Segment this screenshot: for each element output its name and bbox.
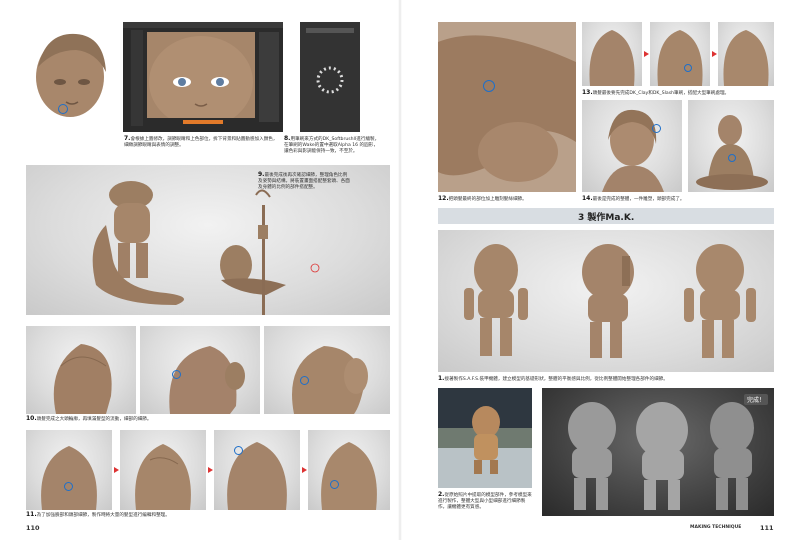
brush-panel-screenshot — [300, 22, 360, 132]
step-arrow — [114, 467, 119, 473]
caption-step-1: 1.接著製作S.A.F.S.裝甲機體，建立模型的基礎形狀，整體的平衡感與比例，從… — [438, 375, 668, 383]
running-head: MAKING TECHNIQUE — [690, 525, 742, 530]
caption-step-10: 10.頭髮完成之大頭輪廓，再填滿髮型的流動，細部的細節。 — [26, 415, 152, 423]
hair-step-3 — [214, 430, 300, 510]
section-number: 3 — [578, 213, 585, 223]
highlight-circle — [64, 482, 73, 491]
hair-back-view-2 — [140, 326, 260, 414]
caption-step-13: 13.頭髮最後要先完成DK_Clay和DK_Slash筆刷，搭配大型筆刷處理。 — [582, 89, 730, 97]
section-title: 3 製作Ma.K. — [578, 210, 634, 223]
left-page-number: 110 — [26, 524, 40, 532]
hair-progress-3 — [718, 22, 774, 86]
highlight-circle — [483, 80, 495, 92]
caption-step-8: 8.用筆刷來方式的DK_SoftbrushII進行繪製，在筆刷的Wake的置中選… — [284, 135, 380, 155]
right-page-number: 111 — [760, 524, 774, 532]
hair-progress-1 — [582, 22, 642, 86]
complete-badge: 完成！ — [743, 394, 768, 405]
section-name: 製作Ma.K. — [587, 213, 635, 223]
highlight-circle — [684, 64, 692, 72]
highlight-circle — [652, 124, 661, 133]
caption-step-2: 2.從原始照片中提取的模型部件，參考模型來進行製作，整體大型與小型細部進行細節製… — [438, 491, 532, 511]
girl-seated-image — [688, 100, 774, 192]
caption-step-14: 14.最後是完成的整體，一件雕塑，頭部完成了。 — [582, 195, 685, 203]
hair-step-2 — [120, 430, 206, 510]
hair-back-view-1 — [26, 326, 136, 414]
magazine-spread: 7.會根據上圖修改，調節眼睛和上色部位，拆下背景和貼圖動感加入顏色，細緻調節眼睛… — [0, 0, 799, 540]
caption-step-9: 9.最後完成後再次確認細節，整理角色比例及姿勢與結構，將裝置畫面搭配整套頭、各面… — [258, 171, 350, 191]
step-arrow — [712, 51, 717, 57]
hair-side-view — [264, 326, 390, 414]
caption-step-11: 11.為了加強臉部和頭部細節，製作時將大量的髮型進行編輯和整理。 — [26, 511, 170, 519]
mech-model-strip — [438, 230, 774, 372]
highlight-circle — [172, 370, 181, 379]
highlight-circle — [330, 480, 339, 489]
hair-step-1 — [26, 430, 112, 510]
step-arrow — [208, 467, 213, 473]
caption-step-7: 7.會根據上圖修改，調節眼睛和上色部位，拆下背景和貼圖動感加入顏色，細緻調節眼睛… — [124, 135, 278, 149]
reference-photo — [438, 388, 532, 488]
hair-step-4 — [308, 430, 390, 510]
section-header: 3 製作Ma.K. — [438, 208, 774, 224]
step-arrow — [644, 51, 649, 57]
highlight-circle — [58, 104, 68, 114]
page-gutter — [398, 0, 402, 540]
girl-bust-image — [582, 100, 682, 192]
zbrush-ui-screenshot — [123, 22, 283, 132]
highlight-circle — [234, 446, 243, 455]
caption-step-12: 12.把頭髮最終的部位加上雕刻髮絲細節。 — [438, 195, 527, 203]
step-arrow — [302, 467, 307, 473]
hair-progress-2 — [650, 22, 710, 86]
head-sculpt-image — [26, 22, 114, 132]
highlight-circle — [728, 154, 736, 162]
hair-closeup-image — [438, 22, 576, 192]
final-mech-render: 完成！ — [542, 388, 774, 516]
highlight-circle — [300, 376, 309, 385]
